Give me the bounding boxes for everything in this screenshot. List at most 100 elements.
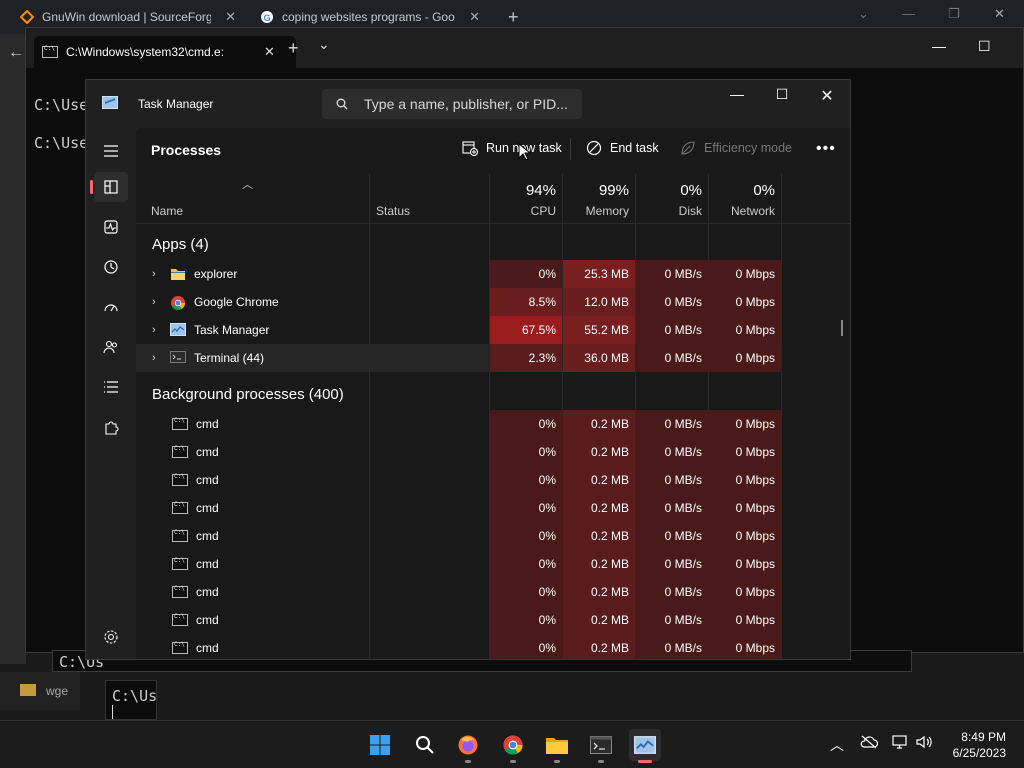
column-cpu[interactable]: CPU <box>490 204 556 218</box>
toolbar-divider <box>570 138 571 160</box>
nav-settings[interactable] <box>94 622 128 652</box>
nav-app-history[interactable] <box>94 252 128 282</box>
terminal-dropdown-button[interactable]: ⌄ <box>318 36 330 53</box>
table-row[interactable]: cmd 0% 0.2 MB 0 MB/s 0 Mbps <box>136 578 782 606</box>
close-icon[interactable]: ✕ <box>264 44 275 60</box>
close-icon[interactable]: ✕ <box>469 9 480 25</box>
table-row[interactable]: cmd 0% 0.2 MB 0 MB/s 0 Mbps <box>136 410 782 438</box>
hamburger-menu-button[interactable] <box>94 136 128 166</box>
google-icon: G <box>260 10 274 24</box>
close-icon[interactable]: ✕ <box>994 6 1005 22</box>
more-options-button[interactable]: ••• <box>816 140 836 158</box>
leaf-icon <box>681 141 695 155</box>
chevron-right-icon[interactable]: › <box>152 324 162 336</box>
window-title: Task Manager <box>138 97 214 111</box>
column-network[interactable]: Network <box>709 204 775 218</box>
table-row[interactable]: › Google Chrome 8.5% 12.0 MB 0 MB/s 0 Mb… <box>136 288 782 316</box>
mouse-cursor-icon <box>518 143 530 161</box>
chevron-up-icon[interactable]: ︿ <box>830 735 844 755</box>
column-memory[interactable]: Memory <box>563 204 629 218</box>
column-header-row: ︿ Name Status 94% CPU 99% Memory 0% Disk… <box>136 174 850 224</box>
start-button[interactable] <box>364 729 396 761</box>
terminal-tab[interactable]: C:\Windows\system32\cmd.e: ✕ <box>34 36 296 68</box>
group-header-apps[interactable]: Apps (4) <box>152 236 209 253</box>
run-new-task-button[interactable]: Run new task <box>462 140 562 156</box>
nav-performance[interactable] <box>94 212 128 242</box>
back-arrow-icon[interactable]: ← <box>8 44 24 62</box>
table-row[interactable]: cmd 0% 0.2 MB 0 MB/s 0 Mbps <box>136 494 782 522</box>
history-icon <box>104 260 118 274</box>
table-row[interactable]: cmd 0% 0.2 MB 0 MB/s 0 Mbps <box>136 634 782 659</box>
table-row[interactable]: cmd 0% 0.2 MB 0 MB/s 0 Mbps <box>136 438 782 466</box>
search-box[interactable] <box>322 89 582 119</box>
minimize-icon[interactable]: — <box>902 6 915 21</box>
table-row[interactable]: cmd 0% 0.2 MB 0 MB/s 0 Mbps <box>136 550 782 578</box>
restore-icon[interactable]: ❐ <box>948 6 960 22</box>
disk-value: 0 MB/s <box>664 473 702 487</box>
hamburger-icon <box>104 145 118 157</box>
disk-value: 0 MB/s <box>664 613 702 627</box>
system-clock[interactable]: 8:49 PM 6/25/2023 <box>953 729 1006 761</box>
taskbar-search-button[interactable] <box>409 729 441 761</box>
table-row[interactable]: › Terminal (44) 2.3% 36.0 MB 0 MB/s 0 Mb… <box>136 344 782 372</box>
maximize-icon[interactable]: ☐ <box>978 38 991 55</box>
terminal-new-tab-button[interactable]: + <box>288 38 299 59</box>
memory-value: 36.0 MB <box>584 351 629 365</box>
close-icon[interactable]: ✕ <box>812 86 842 106</box>
svg-text:G: G <box>264 13 271 23</box>
memory-value: 25.3 MB <box>584 267 629 281</box>
volume-icon[interactable] <box>916 735 934 752</box>
table-row[interactable]: cmd 0% 0.2 MB 0 MB/s 0 Mbps <box>136 466 782 494</box>
column-disk[interactable]: Disk <box>636 204 702 218</box>
terminal-prompt: C:\Us <box>112 687 158 705</box>
chevron-right-icon[interactable]: › <box>152 296 162 308</box>
sourceforge-icon <box>19 9 35 25</box>
background-text: wge <box>46 684 69 698</box>
search-input[interactable] <box>364 96 574 112</box>
taskbar-firefox[interactable] <box>452 729 484 763</box>
gear-icon <box>104 630 118 644</box>
minimize-icon[interactable]: — <box>722 86 752 102</box>
chevron-down-icon[interactable]: ⌄ <box>858 6 869 22</box>
close-icon[interactable]: ✕ <box>225 9 236 25</box>
sort-chevron-up-icon[interactable]: ︿ <box>242 176 253 192</box>
table-row[interactable]: › Task Manager 67.5% 55.2 MB 0 MB/s 0 Mb… <box>136 316 782 344</box>
cloud-offline-icon[interactable] <box>860 735 879 752</box>
processes-icon <box>104 180 118 194</box>
clock-date: 6/25/2023 <box>952 746 1006 760</box>
end-task-label: End task <box>610 141 659 155</box>
nav-processes[interactable] <box>90 172 128 202</box>
nav-startup-apps[interactable] <box>94 292 128 322</box>
processes-panel: Processes Run new task End task Efficien… <box>136 128 850 659</box>
taskbar-chrome[interactable] <box>497 729 529 763</box>
maximize-icon[interactable]: ☐ <box>767 86 797 103</box>
disk-value: 0 MB/s <box>664 351 702 365</box>
table-row[interactable]: › explorer 0% 25.3 MB 0 MB/s 0 Mbps <box>136 260 782 288</box>
taskbar-terminal[interactable] <box>585 729 617 763</box>
nav-users[interactable] <box>94 332 128 362</box>
column-name[interactable]: Name <box>151 204 183 218</box>
table-row[interactable]: cmd 0% 0.2 MB 0 MB/s 0 Mbps <box>136 522 782 550</box>
chevron-right-icon[interactable]: › <box>152 352 162 364</box>
task-manager-window: Task Manager — ☐ ✕ <box>85 79 851 660</box>
table-row[interactable]: cmd 0% 0.2 MB 0 MB/s 0 Mbps <box>136 606 782 634</box>
column-status[interactable]: Status <box>376 204 410 218</box>
cpu-total: 94% <box>525 182 556 199</box>
disk-value: 0 MB/s <box>664 641 702 655</box>
terminal-tab-bar: C:\Windows\system32\cmd.e: ✕ + ⌄ — ☐ <box>26 28 1023 68</box>
nav-services[interactable] <box>94 412 128 442</box>
cpu-value: 0% <box>538 613 556 627</box>
network-value: 0 Mbps <box>735 351 775 365</box>
group-header-background[interactable]: Background processes (400) <box>152 386 344 403</box>
end-task-button[interactable]: End task <box>586 140 659 156</box>
efficiency-mode-button[interactable]: Efficiency mode <box>680 140 792 156</box>
nav-sidebar <box>86 128 136 659</box>
taskbar-file-explorer[interactable] <box>541 729 573 763</box>
network-icon[interactable] <box>892 735 910 752</box>
scrollbar-thumb[interactable] <box>841 320 843 336</box>
chevron-right-icon[interactable]: › <box>152 268 162 280</box>
taskbar-task-manager[interactable] <box>629 729 661 763</box>
cmd-icon <box>172 529 188 542</box>
nav-details[interactable] <box>94 372 128 402</box>
minimize-icon[interactable]: — <box>932 38 946 54</box>
